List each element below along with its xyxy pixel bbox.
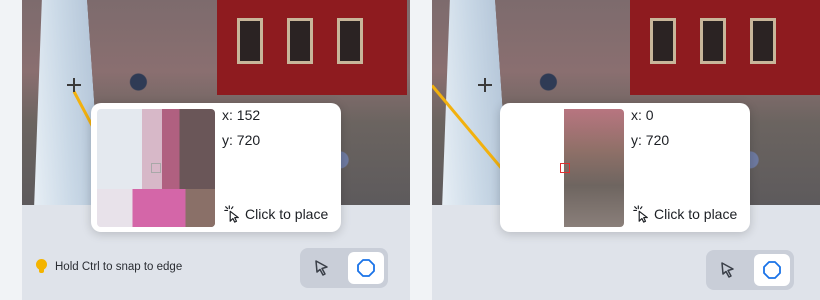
select-tool-button[interactable]: [304, 252, 340, 284]
select-tool-button[interactable]: [710, 254, 746, 286]
magnifier-zoom-view: [506, 109, 624, 227]
panel-divider: [410, 0, 432, 300]
magnifier-popover: x: 0 y: 720 Click to place: [500, 103, 750, 232]
cursor-arrow-icon: [721, 262, 734, 278]
click-to-place-hint: Click to place: [223, 205, 328, 223]
octagon-icon: [357, 259, 375, 277]
x-coordinate: x: 0: [631, 107, 654, 123]
octagon-icon: [763, 261, 781, 279]
magnifier-zoom-view: [97, 109, 215, 227]
click-hint-label: Click to place: [654, 206, 738, 222]
click-to-place-hint: Click to place: [632, 205, 737, 223]
click-pointer-icon: [224, 205, 239, 223]
magnifier-target-box: [560, 163, 570, 173]
polygon-tool-button[interactable]: [754, 254, 790, 286]
click-pointer-icon: [633, 205, 648, 223]
tool-toggle-group: [706, 250, 794, 290]
snap-hint-text: Hold Ctrl to snap to edge: [55, 260, 183, 273]
polygon-tool-button[interactable]: [348, 252, 384, 284]
right-panel: x: 0 y: 720 Click to place: [432, 0, 820, 300]
click-hint-label: Click to place: [245, 206, 329, 222]
screenshot-stage: x: 152 y: 720 Click to place Hold Ctrl t…: [0, 0, 820, 300]
magnifier-target-box: [151, 163, 161, 173]
crosshair-cursor-icon: [478, 78, 492, 92]
lightbulb-icon: [36, 259, 47, 274]
crosshair-cursor-icon: [67, 78, 81, 92]
y-coordinate: y: 720: [631, 132, 670, 148]
storefront: [630, 0, 820, 95]
cursor-arrow-icon: [315, 260, 328, 276]
left-panel: x: 152 y: 720 Click to place Hold Ctrl t…: [22, 0, 410, 300]
tool-toggle-group: [300, 248, 388, 288]
left-gutter: [0, 0, 22, 300]
y-coordinate: y: 720: [222, 132, 261, 148]
storefront: [217, 0, 407, 95]
magnifier-popover: x: 152 y: 720 Click to place: [91, 103, 341, 232]
snap-hint: Hold Ctrl to snap to edge: [36, 259, 182, 274]
x-coordinate: x: 152: [222, 107, 261, 123]
